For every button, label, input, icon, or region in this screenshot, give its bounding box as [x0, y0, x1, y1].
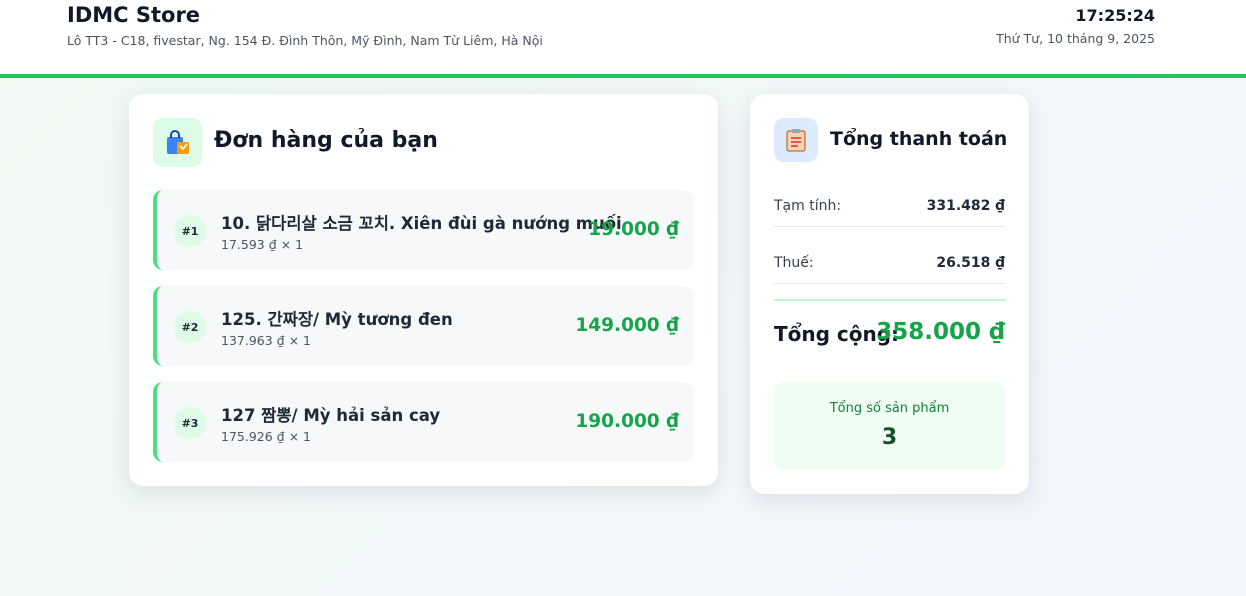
payment-summary-card: Tổng thanh toán Tạm tính: 331.482 ₫ Thuế… — [750, 94, 1029, 494]
product-count-box: Tổng số sản phẩm 3 — [774, 382, 1005, 470]
item-number: #1 — [174, 215, 206, 247]
divider — [774, 283, 1005, 284]
item-unit-price: 137.963 ₫ × 1 — [221, 333, 311, 348]
order-item: #2 125. 간짜장/ Mỳ tương đen 137.963 ₫ × 1 … — [153, 286, 694, 366]
store-header: IDMC Store Lô TT3 - C18, fivestar, Ng. 1… — [0, 0, 1246, 78]
item-name: 127 짬뽕/ Mỳ hải sản cay — [221, 406, 441, 425]
divider — [774, 226, 1005, 227]
clock: 17:25:24 — [1075, 6, 1155, 25]
order-card: Đơn hàng của bạn #1 10. 닭다리살 소금 꼬치. Xiên… — [129, 94, 718, 486]
item-unit-price: 17.593 ₫ × 1 — [221, 237, 304, 252]
store-address: Lô TT3 - C18, fivestar, Ng. 154 Đ. Đình … — [67, 33, 543, 48]
item-unit-price: 175.926 ₫ × 1 — [221, 429, 311, 444]
tax-label: Thuế: — [774, 255, 814, 271]
order-title: Đơn hàng của bạn — [214, 128, 438, 153]
product-count-label: Tổng số sản phẩm — [829, 401, 950, 416]
item-name: 10. 닭다리살 소금 꼬치. Xiên đùi gà nướng muối — [221, 214, 622, 233]
item-name: 125. 간짜장/ Mỳ tương đen — [221, 310, 453, 329]
product-count-value: 3 — [881, 425, 898, 450]
subtotal-label: Tạm tính: — [774, 198, 842, 214]
total-value: 358.000 ₫ — [876, 319, 1005, 345]
date: Thứ Tư, 10 tháng 9, 2025 — [996, 31, 1155, 46]
tax-value: 26.518 ₫ — [936, 255, 1005, 271]
item-price: 19.000 ₫ — [588, 219, 679, 240]
clipboard-icon — [774, 118, 818, 162]
order-item: #1 10. 닭다리살 소금 꼬치. Xiên đùi gà nướng muố… — [153, 190, 694, 270]
item-number: #2 — [174, 311, 206, 343]
shopping-bag-icon — [153, 118, 202, 167]
item-price: 149.000 ₫ — [575, 315, 679, 336]
order-item: #3 127 짬뽕/ Mỳ hải sản cay 175.926 ₫ × 1 … — [153, 382, 694, 462]
summary-title: Tổng thanh toán — [830, 128, 1008, 150]
store-name: IDMC Store — [67, 3, 201, 27]
total-divider — [774, 299, 1005, 301]
item-price: 190.000 ₫ — [575, 411, 679, 432]
subtotal-value: 331.482 ₫ — [926, 198, 1005, 214]
item-number: #3 — [174, 407, 206, 439]
